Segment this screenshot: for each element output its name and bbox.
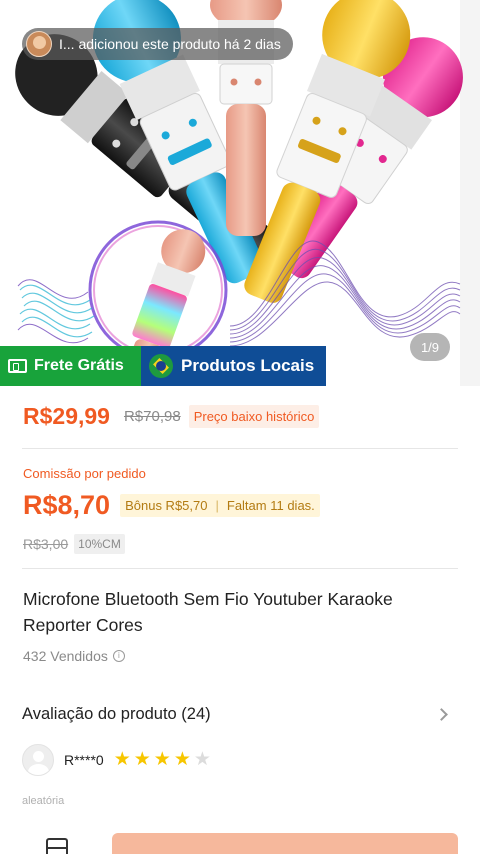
reviewer-name: R****0 (64, 752, 104, 768)
bonus-separator: | (215, 498, 219, 513)
user-avatar-icon (26, 31, 52, 57)
divider (22, 568, 458, 569)
notice-text: I... adicionou este produto há 2 dias (59, 36, 281, 52)
recent-activity-notice: I... adicionou este produto há 2 dias (22, 28, 293, 60)
star-icon: ★ (113, 749, 131, 770)
bonus-tag: Bônus R$5,70 | Faltam 11 dias. (120, 494, 320, 517)
reviews-header[interactable]: Avaliação do produto (24) (0, 697, 480, 731)
free-shipping-badge: Frete Grátis (0, 346, 141, 386)
truck-icon (8, 359, 27, 373)
commission-rate-row: R$3,00 10%CM (23, 534, 125, 554)
gallery-pager: 1/9 (410, 333, 450, 361)
bottom-action-bar (0, 826, 480, 854)
commission-value: R$8,70 (23, 490, 111, 520)
current-price: R$29,99 (23, 403, 110, 429)
star-icon: ★ (173, 749, 191, 770)
reviews-title: Avaliação do produto (24) (22, 704, 211, 723)
shipping-badges: Frete Grátis Produtos Locais (0, 346, 326, 386)
price-row: R$29,99 R$70,98 Preço baixo histórico (23, 403, 320, 430)
star-icon: ★ (133, 749, 151, 770)
star-icon: ★ (153, 749, 171, 770)
brazil-flag-icon (149, 354, 173, 378)
star-icon: ★ (193, 749, 211, 770)
lowest-price-tag: Preço baixo histórico (188, 405, 320, 428)
commission-row: R$8,70 Bônus R$5,70 | Faltam 11 dias. (23, 490, 320, 521)
sold-count-text: 432 Vendidos (23, 648, 108, 664)
local-products-badge: Produtos Locais (141, 346, 326, 386)
store-icon[interactable] (46, 838, 68, 854)
review-item: R****0 ★ ★ ★ ★ ★ (22, 744, 214, 776)
sold-count: 432 Vendidos i (23, 648, 125, 664)
old-commission: R$3,00 (23, 536, 69, 552)
product-image-gallery[interactable]: I... adicionou este produto há 2 dias 1/… (0, 0, 480, 386)
bonus-remaining: Faltam 11 dias. (226, 498, 315, 513)
original-price: R$70,98 (123, 408, 181, 425)
info-icon[interactable]: i (112, 650, 125, 662)
commission-label: Comissão por pedido (23, 466, 146, 481)
divider (22, 448, 458, 449)
rating-stars: ★ ★ ★ ★ ★ (114, 750, 214, 770)
free-shipping-label: Frete Grátis (34, 357, 124, 374)
reviewer-avatar (22, 744, 54, 776)
review-sort-label: aleatória (22, 795, 65, 807)
product-title: Microfone Bluetooth Sem Fio Youtuber Kar… (23, 589, 393, 635)
primary-action-button[interactable] (112, 833, 458, 854)
chevron-right-icon[interactable] (435, 707, 448, 721)
bonus-amount: Bônus R$5,70 (125, 498, 208, 513)
local-products-label: Produtos Locais (181, 356, 315, 375)
commission-rate-badge: 10%CM (74, 534, 125, 554)
